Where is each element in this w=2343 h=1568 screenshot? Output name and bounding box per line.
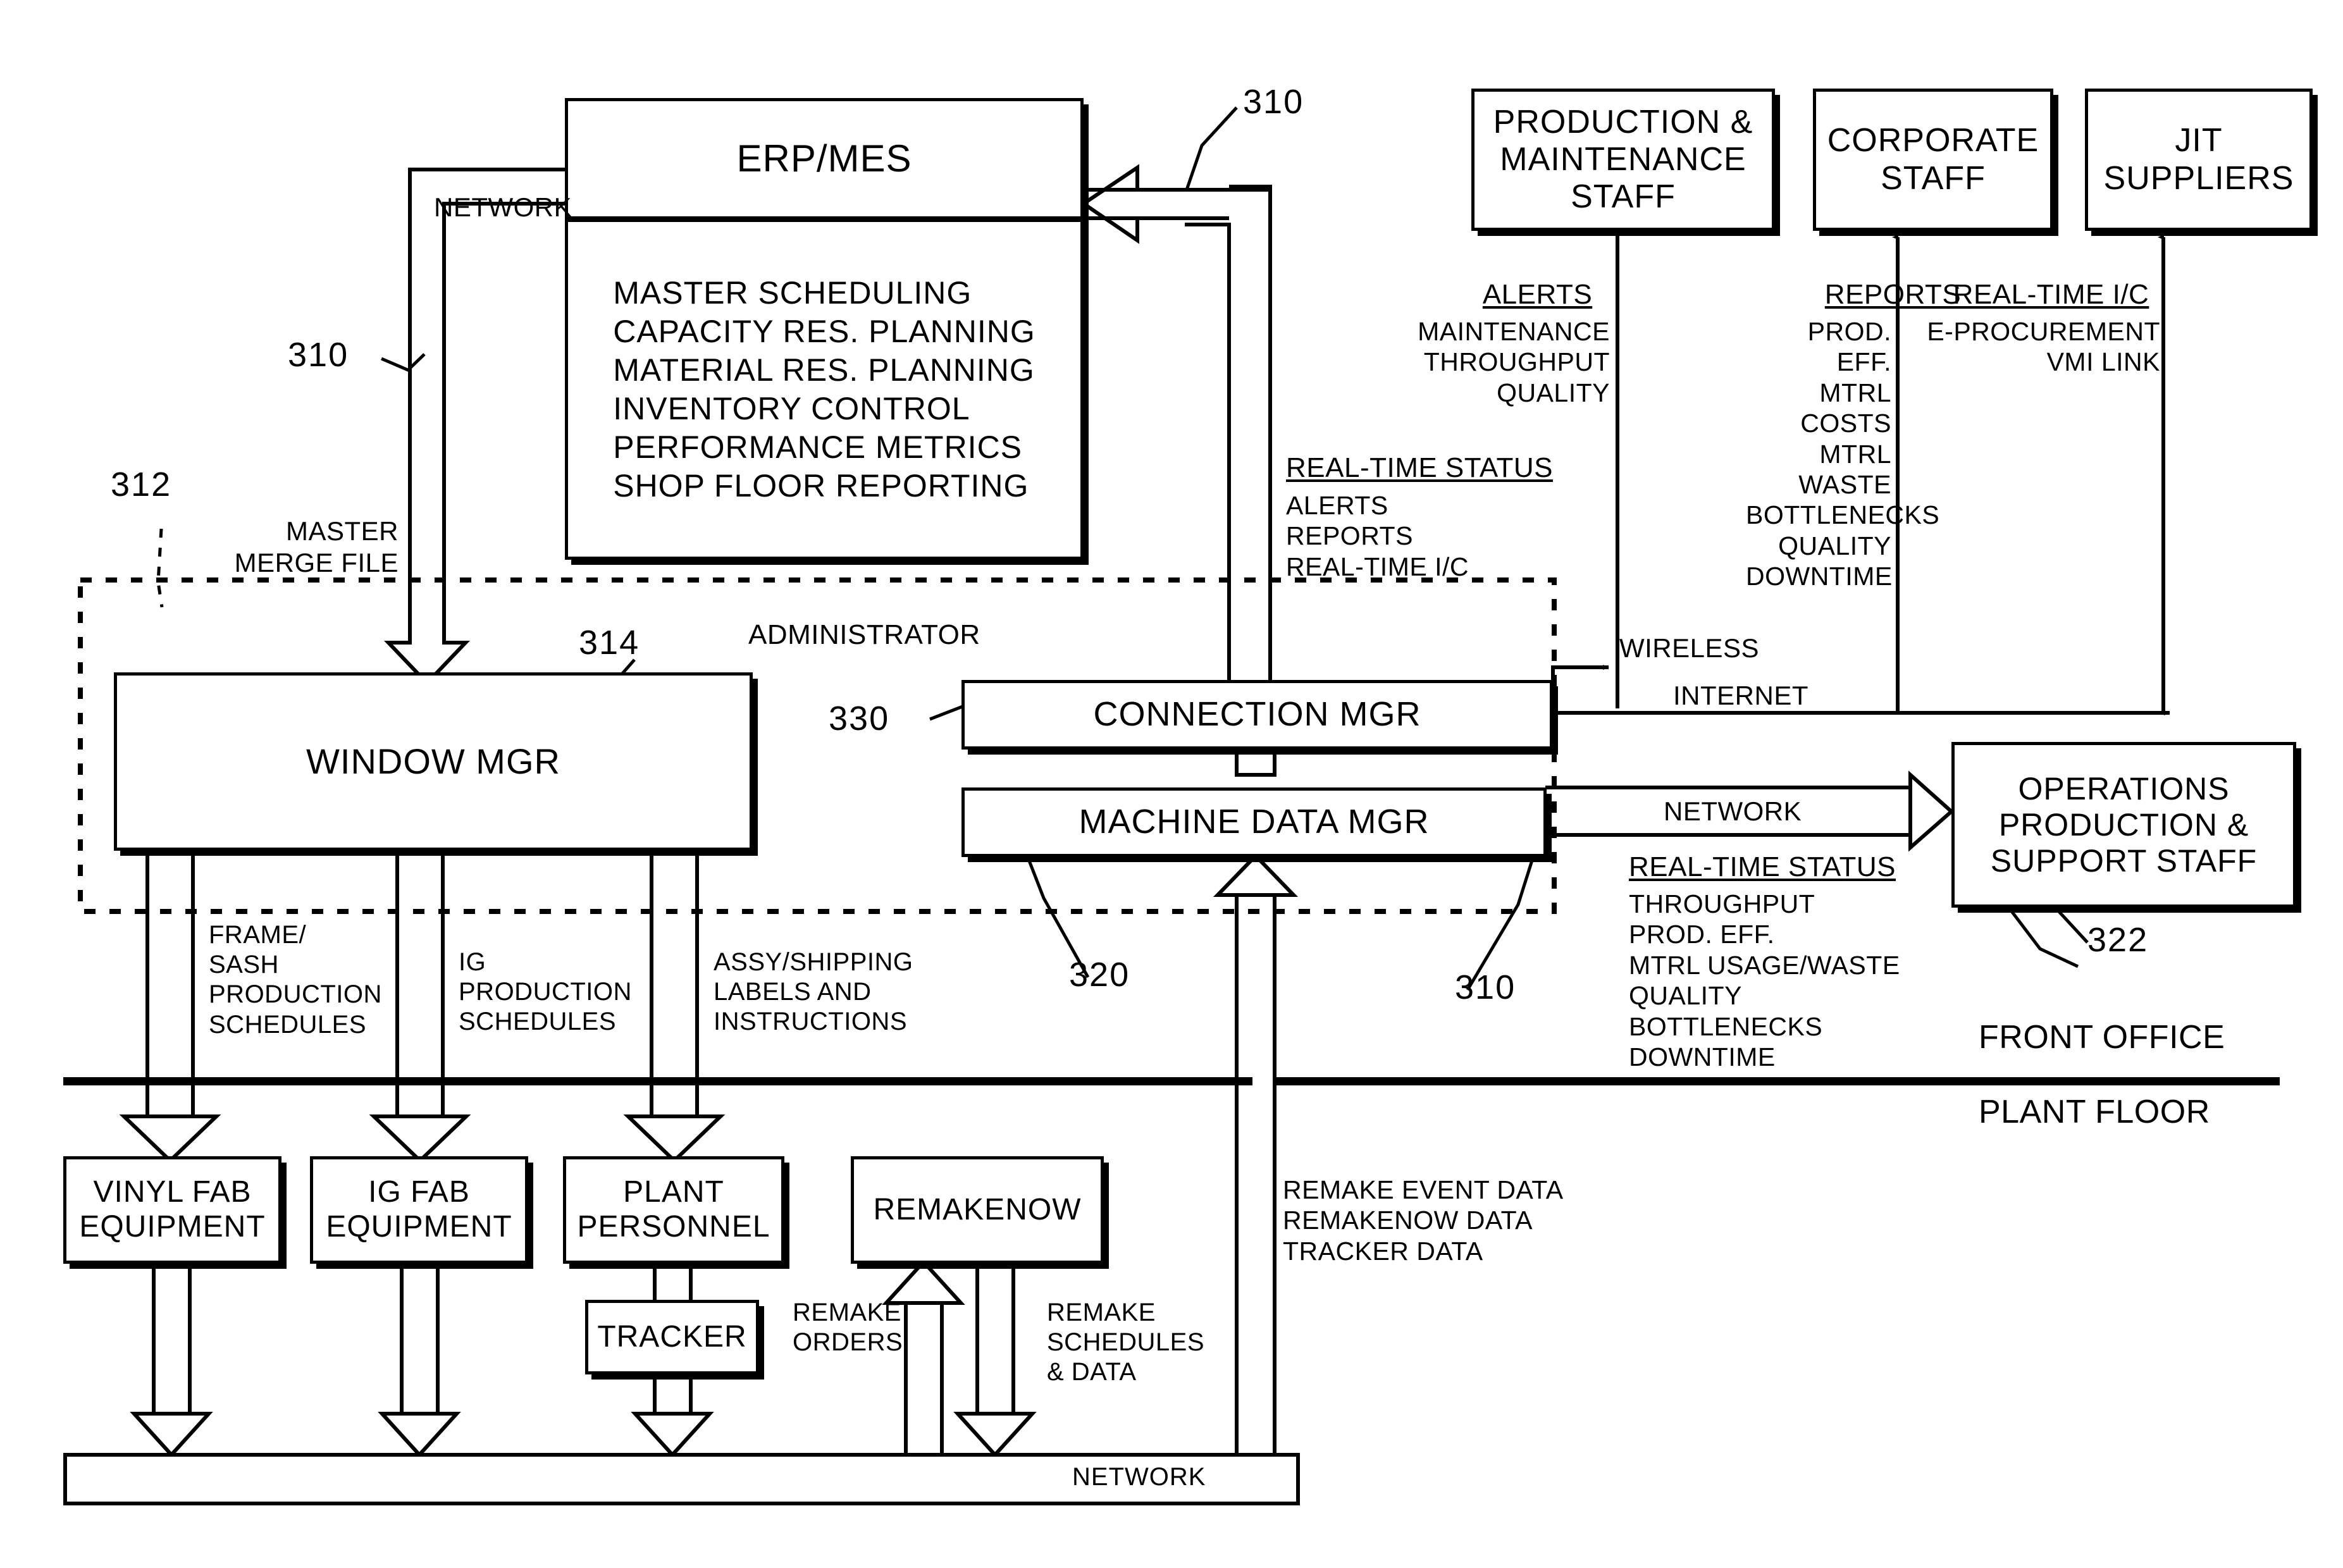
alerts-heading: ALERTS: [1482, 279, 1593, 310]
window-mgr-box[interactable]: WINDOW MGR: [114, 672, 753, 851]
ref-310-top-right: 310: [1243, 83, 1304, 121]
operations-arrowhead: [1908, 770, 1955, 852]
remake-schedules-label: REMAKE SCHEDULES & DATA: [1047, 1299, 1205, 1386]
realtime-ic-items: E-PROCUREMENT VMI LINK: [1927, 317, 2160, 377]
administrator-label: ADMINISTRATOR: [748, 619, 980, 650]
ig-production-schedules-label: IG PRODUCTION SCHEDULES: [459, 948, 632, 1036]
ref-320: 320: [1069, 956, 1130, 994]
corporate-staff-label: CORPORATE STAFF: [1827, 122, 2039, 197]
internet-label: INTERNET: [1673, 681, 1808, 710]
front-office-plant-floor-divider-right: [1276, 1077, 2280, 1085]
window-mgr-label: WINDOW MGR: [306, 741, 560, 782]
remake-schedules-hollow-arrow: [975, 1262, 1015, 1414]
ref-322: 322: [2087, 921, 2149, 959]
personnel-to-tracker: [653, 1262, 693, 1303]
status-feedback-into-erp: [1185, 185, 1272, 686]
remake-orders-label: REMAKE ORDERS: [793, 1299, 903, 1357]
operations-support-staff-label: OPERATIONS PRODUCTION & SUPPORT STAFF: [1990, 770, 2258, 879]
tracker-box[interactable]: TRACKER: [585, 1300, 759, 1374]
realtime-status-heading-right: REAL-TIME STATUS: [1629, 851, 1896, 882]
front-office-plant-floor-divider: [63, 1077, 1252, 1085]
plant-personnel-box[interactable]: PLANT PERSONNEL: [563, 1156, 784, 1264]
ref-310-top-left: 310: [288, 336, 349, 374]
machine-data-mgr-label: MACHINE DATA MGR: [1079, 803, 1430, 841]
production-maintenance-staff-label: PRODUCTION & MAINTENANCE STAFF: [1493, 103, 1753, 216]
erp-divider: [565, 216, 1084, 222]
connection-mgr-label: CONNECTION MGR: [1093, 695, 1421, 734]
vinyl-fab-equipment-box[interactable]: VINYL FAB EQUIPMENT: [63, 1156, 281, 1264]
network-master-merge-hollow-arrow: [388, 168, 565, 685]
internet-bus: [1551, 680, 2170, 715]
master-merge-file-label: MASTER MERGE FILE: [234, 516, 399, 577]
ref-312: 312: [111, 466, 172, 503]
plant-floor-label: PLANT FLOOR: [1979, 1094, 2210, 1130]
ref-314: 314: [579, 624, 640, 662]
network-top-label: NETWORK: [434, 192, 572, 222]
wm-to-personnel-hollow-arrow: [650, 851, 699, 1116]
machine-data-mgr-box[interactable]: MACHINE DATA MGR: [961, 787, 1547, 857]
vinyl-fab-equipment-label: VINYL FAB EQUIPMENT: [79, 1175, 266, 1244]
reports-items: PROD. EFF. MTRL COSTS MTRL WASTE BOTTLEN…: [1746, 317, 1940, 591]
wm-to-vinyl-hollow-arrow: [145, 851, 195, 1116]
alerts-items: MAINTENANCE THROUGHPUT QUALITY: [1418, 317, 1610, 407]
jit-suppliers-label: JIT SUPPLIERS: [2103, 122, 2294, 197]
remake-orders-hollow-arrow: [904, 1303, 944, 1461]
plantfloor-to-mdm-hollow-arrow: [1235, 895, 1277, 1461]
front-office-label: FRONT OFFICE: [1979, 1019, 2225, 1056]
wm-to-ig-hollow-arrow: [395, 851, 445, 1116]
wireless-label: WIRELESS: [1619, 633, 1760, 663]
erp-mes-title: ERP/MES: [736, 137, 912, 180]
ref-310-mid-right: 310: [1455, 968, 1516, 1006]
ig-fab-equipment-label: IG FAB EQUIPMENT: [326, 1175, 512, 1244]
erp-left-pointing-arrowhead: [1080, 164, 1186, 244]
operations-support-staff-box[interactable]: OPERATIONS PRODUCTION & SUPPORT STAFF: [1951, 742, 2296, 908]
remakenow-box[interactable]: REMAKENOW: [851, 1156, 1104, 1264]
wireless-arrow: [1551, 665, 1609, 680]
realtime-ic-heading: REAL-TIME I/C: [1953, 279, 2149, 310]
frame-sash-schedules-label: FRAME/ SASH PRODUCTION SCHEDULES: [209, 921, 382, 1039]
production-maintenance-staff-box[interactable]: PRODUCTION & MAINTENANCE STAFF: [1471, 89, 1775, 231]
corporate-staff-box[interactable]: CORPORATE STAFF: [1813, 89, 2053, 231]
tracker-label: TRACKER: [597, 1319, 747, 1354]
realtime-status-items-right: THROUGHPUT PROD. EFF. MTRL USAGE/WASTE Q…: [1629, 889, 1900, 1071]
ig-fab-equipment-box[interactable]: IG FAB EQUIPMENT: [310, 1156, 528, 1264]
assy-shipping-label: ASSY/SHIPPING LABELS AND INSTRUCTIONS: [714, 948, 913, 1036]
remake-event-data-label: REMAKE EVENT DATA REMAKENOW DATA TRACKER…: [1283, 1175, 1564, 1266]
plant-personnel-label: PLANT PERSONNEL: [577, 1175, 770, 1244]
jit-suppliers-box[interactable]: JIT SUPPLIERS: [2085, 89, 2313, 231]
connection-mgr-box[interactable]: CONNECTION MGR: [961, 680, 1553, 750]
ref-330: 330: [829, 700, 890, 738]
erp-mes-box[interactable]: ERP/MES MASTER SCHEDULING CAPACITY RES. …: [565, 98, 1084, 560]
network-right-label: NETWORK: [1664, 796, 1802, 826]
ig-to-net-hollow-arrow: [400, 1262, 440, 1414]
remakenow-label: REMAKENOW: [873, 1192, 1082, 1226]
network-bottom-label: NETWORK: [1072, 1463, 1206, 1491]
vinyl-to-net-hollow-arrow: [152, 1262, 192, 1414]
patent-figure: ERP/MES MASTER SCHEDULING CAPACITY RES. …: [0, 0, 2343, 1568]
realtime-status-items-left: ALERTS REPORTS REAL-TIME I/C: [1286, 491, 1469, 581]
realtime-status-heading-left: REAL-TIME STATUS: [1286, 452, 1553, 483]
tracker-to-net-hollow-arrow: [653, 1373, 693, 1414]
mdm-bottom-arrowhead: [1213, 853, 1299, 897]
erp-function-list: MASTER SCHEDULING CAPACITY RES. PLANNING…: [613, 275, 1035, 503]
